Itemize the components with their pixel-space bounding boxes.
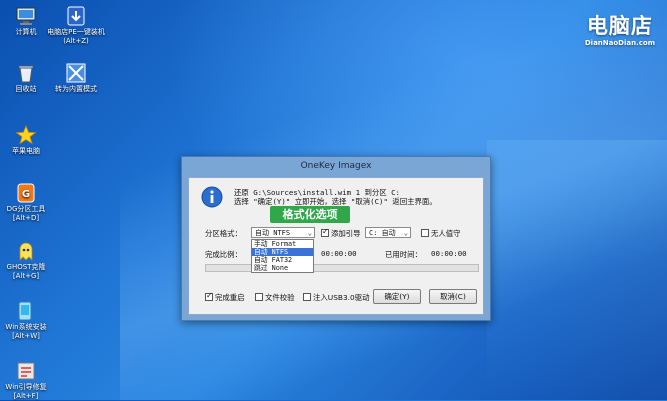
elapsed-label: 已用时间： xyxy=(385,250,422,259)
progress-label: 完成比例： xyxy=(205,250,242,259)
format-select-value: 自动 NTFS xyxy=(255,229,291,237)
desktop-icon-dg-partition[interactable]: G DG分区工具[Alt+D] xyxy=(0,182,56,223)
recycle-bin-icon xyxy=(18,65,34,83)
add-boot-checkbox[interactable] xyxy=(321,227,329,237)
desktop-icon-label: GHOST克隆[Alt+G] xyxy=(6,263,46,280)
dialog-client-area: 还原 G:\Sources\install.wim 1 到分区 C: 选择 "确… xyxy=(188,177,484,315)
onekey-imagex-dialog: OneKey Imagex 还原 G:\Sources\install.wim … xyxy=(181,156,491,321)
pe-install-icon xyxy=(67,6,85,26)
format-dropdown-list: 手动 Format 自动 NTFS 自动 FAT32 跳过 None xyxy=(251,239,314,273)
svg-text:G: G xyxy=(22,189,30,200)
format-option-skip[interactable]: 跳过 None xyxy=(252,264,313,272)
elapsed-time: 00:00:00 xyxy=(431,249,467,258)
format-option-manual[interactable]: 手动 Format xyxy=(252,240,313,248)
desktop-icon-apple[interactable]: 苹果电脑 xyxy=(0,124,56,156)
verify-checkbox[interactable] xyxy=(255,293,263,301)
ok-button[interactable]: 确定(Y) xyxy=(373,289,421,304)
usb3-label: 注入USB3.0驱动 xyxy=(313,293,370,302)
chevron-down-icon: ⌄ xyxy=(307,229,312,237)
desktop-icon-label: 电脑店PE一键装机(Alt+Z) xyxy=(47,28,105,45)
dialog-title: OneKey Imagex xyxy=(300,161,372,171)
desktop-icon-pe-install[interactable]: 电脑店PE一键装机(Alt+Z) xyxy=(45,5,107,46)
logo-main-text: 电脑店 xyxy=(586,14,653,38)
verify-label: 文件校验 xyxy=(265,293,295,302)
message-line-2: 选择 "确定(Y)" 立即开始，选择 "取消(C)" 返回主界面。 xyxy=(234,197,437,206)
desktop-icon-label: Win系统安装[Alt+W] xyxy=(5,323,47,340)
desktop-icon-builtin-mode[interactable]: 转为内置模式 xyxy=(45,62,107,94)
restart-checkbox[interactable] xyxy=(205,291,213,301)
desktop-icon-label: 回收站 xyxy=(15,85,37,93)
unattended-label: 无人值守 xyxy=(431,229,461,238)
chevron-down-icon: ⌄ xyxy=(403,229,408,237)
dg-partition-icon: G xyxy=(17,183,35,203)
wallpaper-beam-right xyxy=(487,140,667,400)
desktop-icon-boot-repair[interactable]: Win引导修复[Alt+F] xyxy=(0,360,56,401)
format-option-fat32[interactable]: 自动 FAT32 xyxy=(252,256,313,264)
boot-drive-value: C: 自动 xyxy=(369,229,396,237)
usb3-checkbox[interactable] xyxy=(303,293,311,301)
star-icon xyxy=(15,124,37,145)
add-boot-label: 添加引导 xyxy=(331,229,361,238)
desktop-icon-label: 转为内置模式 xyxy=(55,85,97,93)
format-label: 分区格式： xyxy=(205,229,242,238)
unattended-checkbox[interactable] xyxy=(421,229,429,237)
desktop-icon-win-install[interactable]: Win系统安装[Alt+W] xyxy=(0,300,56,341)
brand-logo: 电脑店 DianNaoDian.com xyxy=(585,10,655,47)
desktop-icon-label: DG分区工具[Alt+D] xyxy=(6,205,46,222)
format-select[interactable]: 自动 NTFS ⌄ xyxy=(251,227,315,238)
format-option-callout: 格式化选项 xyxy=(270,206,350,223)
desktop-icon-label: 苹果电脑 xyxy=(12,147,40,155)
win-install-icon xyxy=(18,301,32,321)
computer-icon xyxy=(16,7,36,25)
restart-label: 完成重启 xyxy=(215,293,245,302)
progress-bar xyxy=(205,264,479,272)
logo-sub-text: DianNaoDian.com xyxy=(584,39,655,47)
ghost-icon xyxy=(19,242,33,261)
message-line-1: 还原 G:\Sources\install.wim 1 到分区 C: xyxy=(234,188,400,197)
desktop-icon-label: 计算机 xyxy=(15,28,37,36)
desktop-icon-label: Win引导修复[Alt+F] xyxy=(5,383,47,400)
boot-repair-icon xyxy=(17,362,35,380)
builtin-mode-icon xyxy=(66,63,86,83)
cancel-button[interactable]: 取消(C) xyxy=(429,289,477,304)
info-icon xyxy=(201,186,223,208)
boot-drive-select[interactable]: C: 自动 ⌄ xyxy=(365,227,411,238)
desktop-icon-ghost-clone[interactable]: GHOST克隆[Alt+G] xyxy=(0,240,56,281)
dialog-message: 还原 G:\Sources\install.wim 1 到分区 C: 选择 "确… xyxy=(234,188,437,206)
remaining-time: 00:00:00 xyxy=(321,249,357,258)
format-option-ntfs[interactable]: 自动 NTFS xyxy=(252,248,313,256)
